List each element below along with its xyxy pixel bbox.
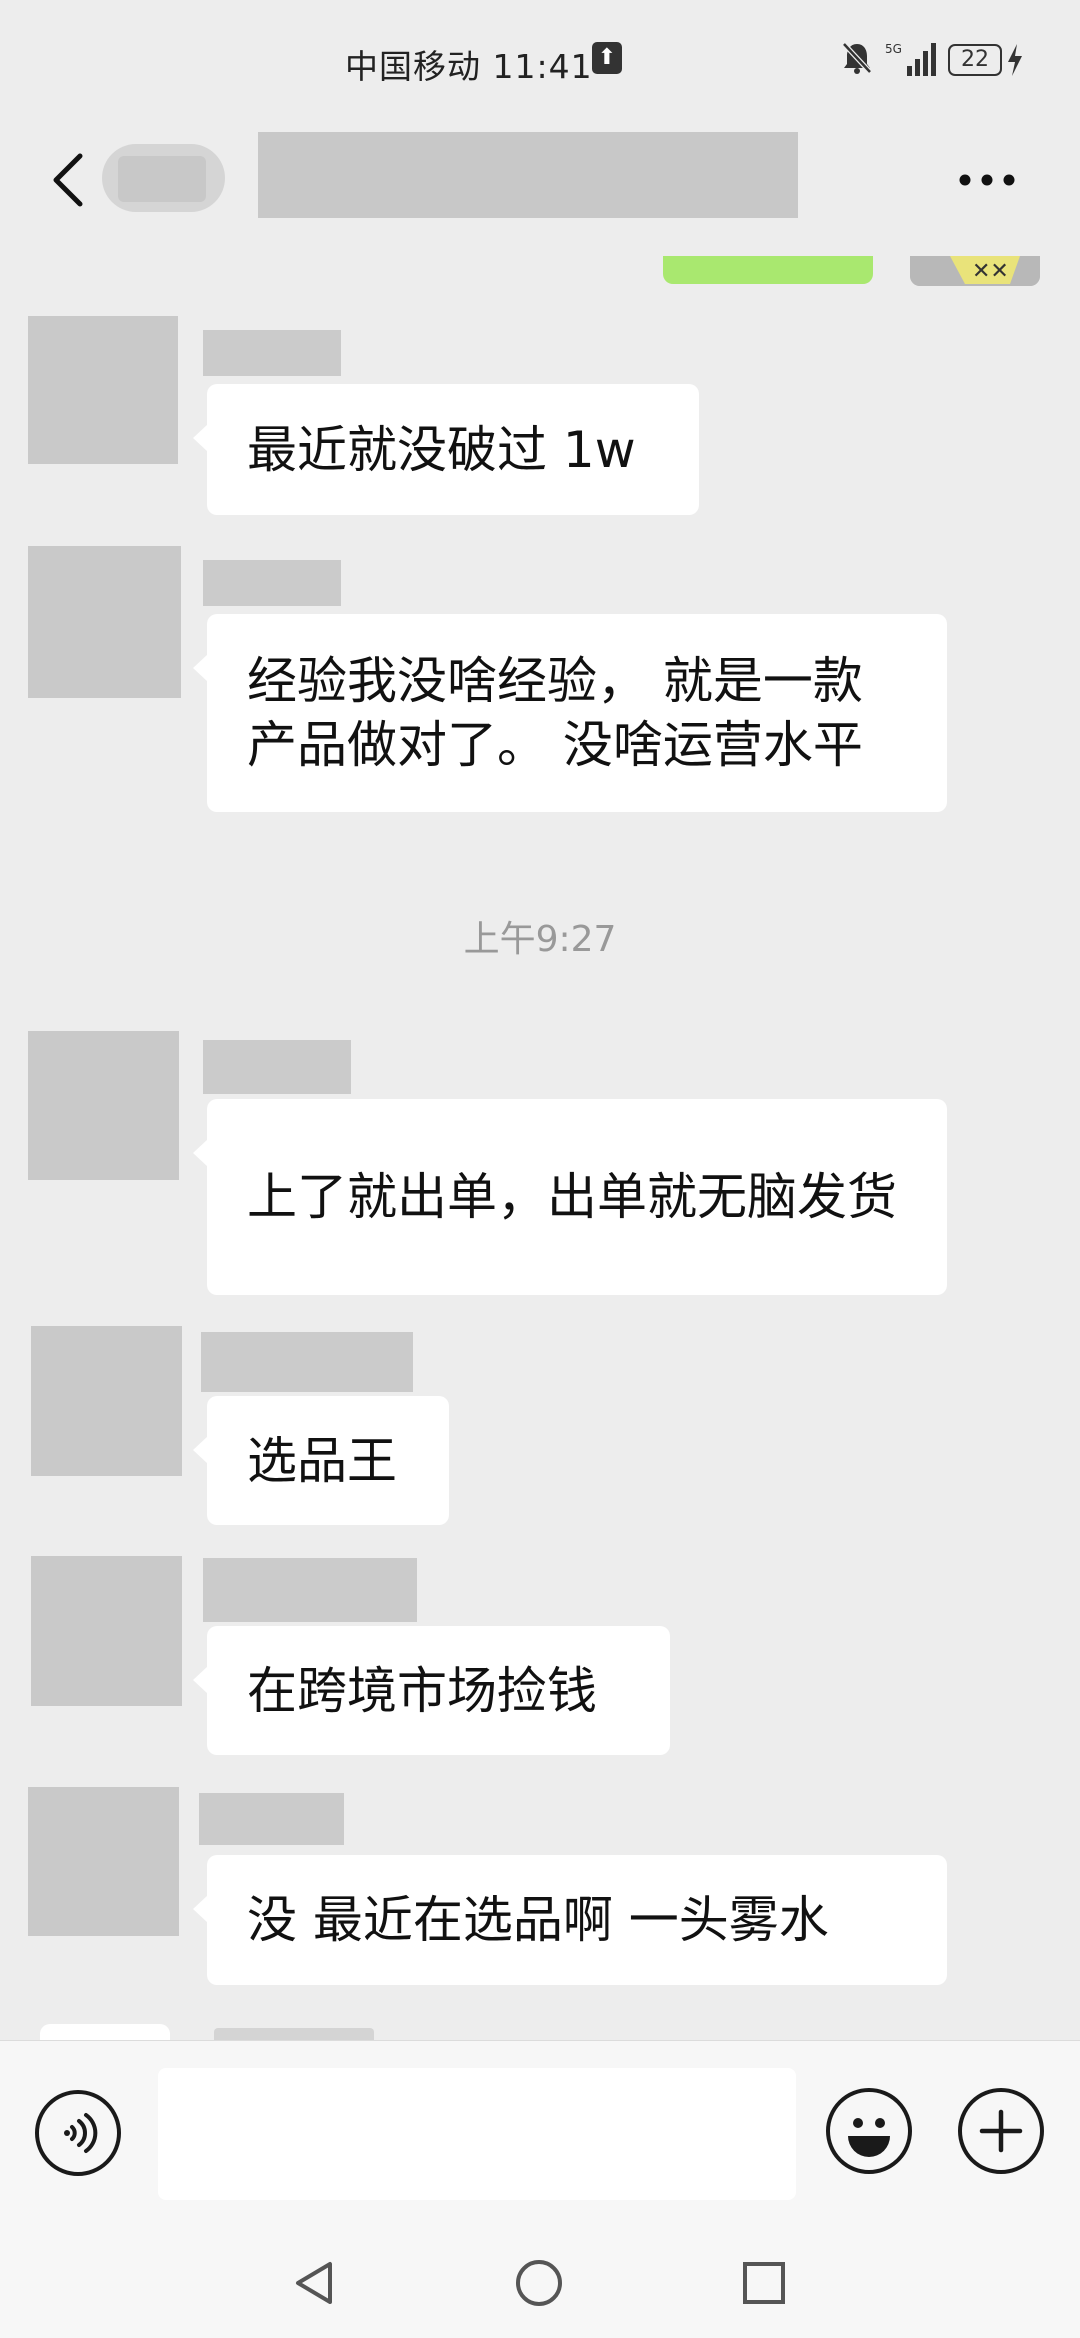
redacted-count xyxy=(118,156,206,202)
partial-message-avatar xyxy=(40,2024,170,2040)
partial-message-name xyxy=(214,2028,374,2040)
sender-avatar[interactable] xyxy=(28,1031,179,1180)
self-message-bubble[interactable] xyxy=(663,256,873,284)
recents-square-icon[interactable] xyxy=(740,2259,788,2307)
plus-button[interactable] xyxy=(958,2088,1044,2174)
more-icon[interactable] xyxy=(955,170,1019,190)
voice-icon xyxy=(64,2113,98,2153)
message-text: 选品王 xyxy=(247,1431,397,1490)
bell-muted-icon xyxy=(842,42,872,74)
message-bubble[interactable]: 最近就没破过 1w xyxy=(193,384,699,515)
voice-button[interactable] xyxy=(35,2090,121,2176)
message-bubble[interactable]: 没 最近在选品啊 一头雾水 xyxy=(193,1855,947,1985)
home-circle-icon[interactable] xyxy=(513,2257,565,2309)
sender-avatar[interactable] xyxy=(28,546,181,698)
message-text: 没 最近在选品啊 一头雾水 xyxy=(247,1891,829,1949)
charging-icon xyxy=(1008,44,1022,76)
sender-name-redacted xyxy=(201,1332,413,1392)
plus-icon xyxy=(979,2109,1023,2153)
message-bubble[interactable]: 选品王 xyxy=(193,1396,449,1525)
message-text: 在跨境市场捡钱 xyxy=(247,1661,597,1720)
sender-name-redacted xyxy=(199,1793,344,1845)
message-text: 最近就没破过 1w xyxy=(247,420,636,479)
sender-name-redacted xyxy=(203,1558,417,1622)
self-avatar[interactable]: ✕✕ xyxy=(910,256,1040,286)
signal-icon: 5G xyxy=(885,42,936,76)
sender-avatar[interactable] xyxy=(28,316,178,464)
message-bubble[interactable]: 在跨境市场捡钱 xyxy=(193,1626,670,1755)
svg-text:✕✕: ✕✕ xyxy=(972,259,1009,284)
message-input[interactable] xyxy=(158,2068,796,2200)
message-text: 经验我没啥经验， 就是一款产品做对了。 没啥运营水平 xyxy=(247,652,863,774)
message-text: 上了就出单，出单就无脑发货 xyxy=(247,1168,897,1226)
network-type: 5G xyxy=(885,42,902,56)
sender-name-redacted xyxy=(203,1040,351,1094)
back-icon[interactable] xyxy=(48,150,88,210)
sender-name-redacted xyxy=(203,560,341,606)
upload-icon: ⬆ xyxy=(592,42,622,74)
carrier-name: 中国移动 xyxy=(345,47,481,86)
sender-avatar[interactable] xyxy=(31,1556,182,1706)
emoji-icon xyxy=(848,2118,890,2157)
carrier-time: 中国移动 11:41 xyxy=(345,40,593,88)
sender-name-redacted xyxy=(203,330,341,376)
avatar-image-icon: ✕✕ xyxy=(910,256,1040,286)
sender-avatar[interactable] xyxy=(31,1326,182,1476)
chat-title-redacted xyxy=(258,132,798,218)
battery-indicator: 22 xyxy=(948,44,1002,76)
emoji-button[interactable] xyxy=(826,2088,912,2174)
sender-avatar[interactable] xyxy=(28,1787,179,1936)
clock: 11:41 xyxy=(492,47,593,86)
back-triangle-icon[interactable] xyxy=(290,2258,340,2308)
message-bubble[interactable]: 上了就出单，出单就无脑发货 xyxy=(193,1099,947,1295)
message-timestamp: 上午9:27 xyxy=(463,919,617,960)
message-bubble[interactable]: 经验我没啥经验， 就是一款产品做对了。 没啥运营水平 xyxy=(193,614,947,812)
